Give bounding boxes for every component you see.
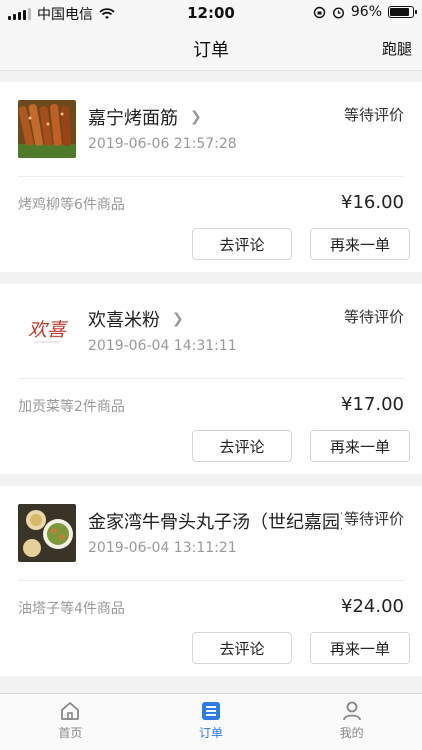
review-button[interactable]: 去评论 <box>192 228 292 260</box>
home-icon <box>61 702 80 720</box>
order-card[interactable]: 欢喜 欢喜米粉 ❯ 等待评价 2019-06-04 14:31:11 加贡菜等2… <box>0 284 422 474</box>
shop-name-link[interactable]: 金家湾牛骨头丸子汤（世纪嘉园） <box>88 508 358 534</box>
review-button[interactable]: 去评论 <box>192 632 292 664</box>
rotation-lock-icon <box>313 6 326 18</box>
shop-name-link[interactable]: 欢喜米粉 ❯ <box>88 306 184 332</box>
reorder-button[interactable]: 再来一单 <box>310 430 410 462</box>
tab-label: 首页 <box>58 726 83 740</box>
order-price: ¥17.00 <box>341 394 404 415</box>
profile-icon <box>342 701 361 721</box>
order-summary: 油塔子等4件商品 <box>18 601 125 617</box>
order-status: 等待评价 <box>341 104 404 125</box>
tab-profile[interactable]: 我的 <box>281 694 422 750</box>
reorder-button[interactable]: 再来一单 <box>310 228 410 260</box>
order-list-icon <box>202 702 220 720</box>
battery-icon <box>388 6 417 18</box>
order-price: ¥24.00 <box>341 596 404 617</box>
shop-name: 嘉宁烤面筋 <box>88 108 178 129</box>
shop-logo-text: 欢喜 <box>28 319 69 341</box>
order-time: 2019-06-06 21:57:28 <box>88 136 237 152</box>
reorder-button[interactable]: 再来一单 <box>310 632 410 664</box>
order-card[interactable]: 嘉宁烤面筋 ❯ 等待评价 2019-06-06 21:57:28 烤鸡柳等6件商… <box>0 82 422 272</box>
alarm-icon <box>332 6 344 19</box>
tab-label: 我的 <box>339 726 364 740</box>
tab-bar: 首页 订单 我的 <box>0 693 422 750</box>
tab-orders[interactable]: 订单 <box>141 694 282 750</box>
shop-name: 欢喜米粉 <box>88 310 160 331</box>
battery-percent: 96% <box>350 4 382 20</box>
errand-button[interactable]: 跑腿 <box>382 38 412 59</box>
order-list: 嘉宁烤面筋 ❯ 等待评价 2019-06-06 21:57:28 烤鸡柳等6件商… <box>0 82 422 688</box>
divider <box>18 378 404 379</box>
order-time: 2019-06-04 13:11:21 <box>88 540 237 556</box>
shop-name-link[interactable]: 嘉宁烤面筋 ❯ <box>88 104 202 130</box>
tab-label: 订单 <box>199 726 224 740</box>
shop-thumbnail <box>18 504 76 562</box>
order-summary: 烤鸡柳等6件商品 <box>18 197 125 213</box>
tab-home[interactable]: 首页 <box>0 694 141 750</box>
status-right: 96% <box>313 4 417 20</box>
page-title: 订单 <box>193 40 229 61</box>
divider <box>18 176 404 177</box>
order-status: 等待评价 <box>341 508 404 529</box>
chevron-right-icon: ❯ <box>172 311 184 327</box>
shop-logo: 欢喜 <box>18 302 76 360</box>
divider <box>18 580 404 581</box>
order-status: 等待评价 <box>341 306 404 327</box>
shop-thumbnail <box>18 100 76 158</box>
order-price: ¥16.00 <box>341 192 404 213</box>
status-bar: 中国电信 12:00 96% <box>0 0 422 26</box>
order-card[interactable]: 金家湾牛骨头丸子汤（世纪嘉园） 等待评价 2019-06-04 13:11:21… <box>0 486 422 676</box>
order-summary: 加贡菜等2件商品 <box>18 399 125 415</box>
order-time: 2019-06-04 14:31:11 <box>88 338 237 354</box>
nav-bar: 订单 跑腿 <box>0 26 422 71</box>
chevron-right-icon: ❯ <box>190 109 202 125</box>
review-button[interactable]: 去评论 <box>192 430 292 462</box>
shop-name: 金家湾牛骨头丸子汤（世纪嘉园） <box>88 512 358 533</box>
